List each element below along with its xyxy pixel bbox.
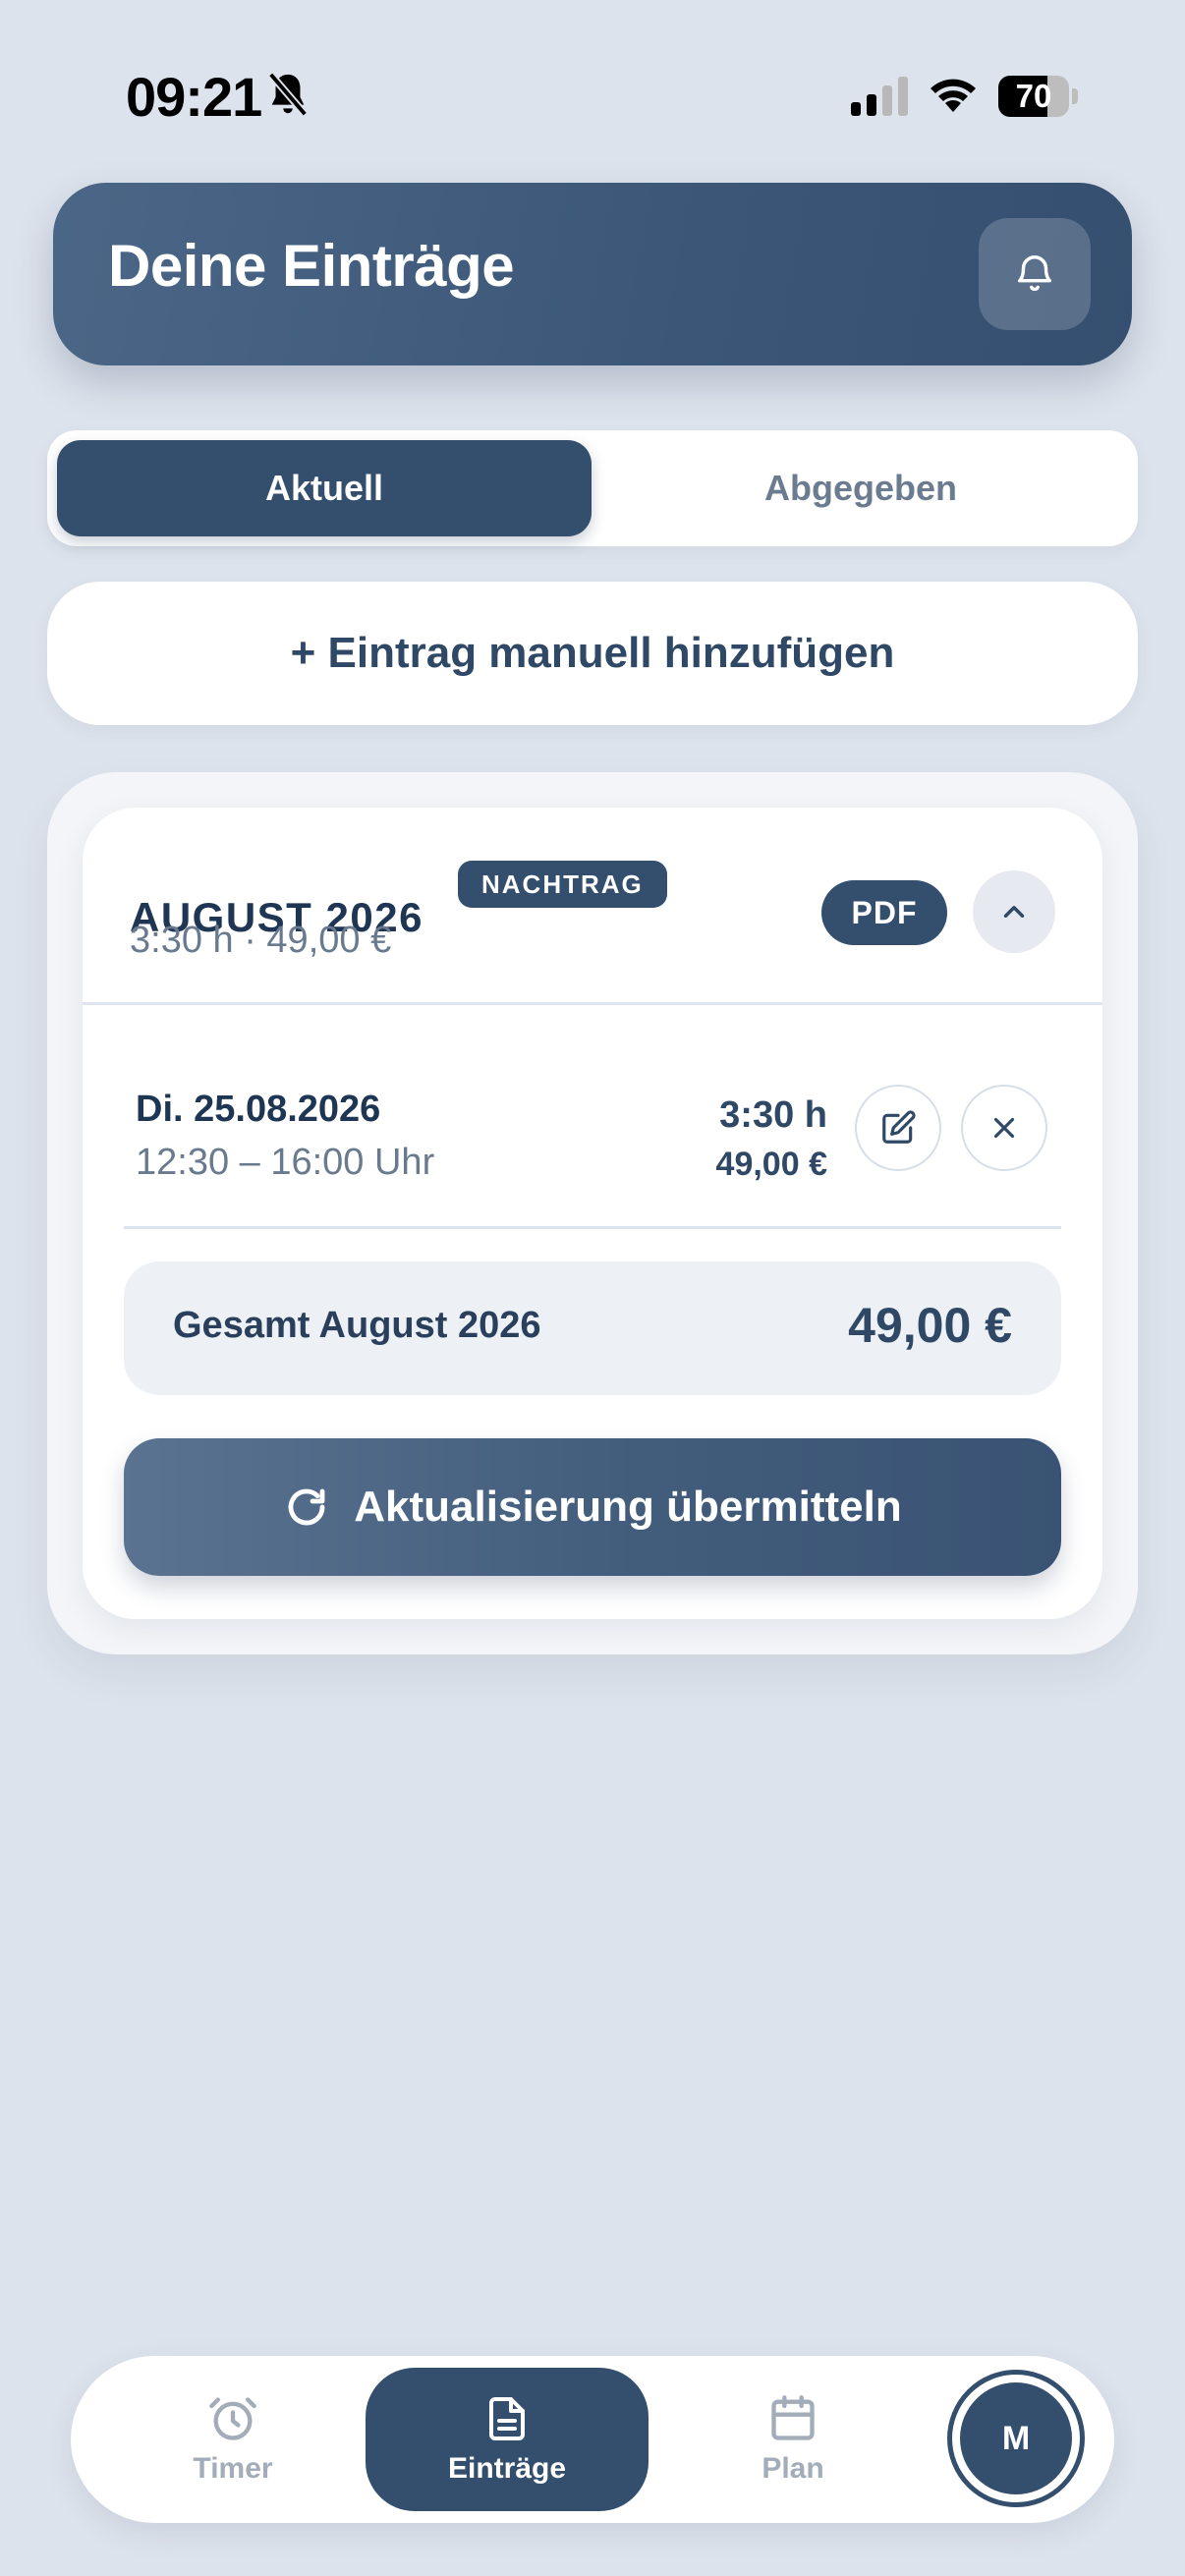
month-card: AUGUST 2026 NACHTRAG 3:30 h · 49,00 € PD… [83, 808, 1102, 1619]
divider [83, 1002, 1102, 1005]
entry-hours: 3:30 h [719, 1094, 827, 1136]
nav-timer[interactable]: Timer [130, 2356, 336, 2523]
tab-submitted[interactable]: Abgegeben [593, 440, 1128, 536]
nav-plan-label: Plan [762, 2452, 824, 2485]
edit-entry-button[interactable] [855, 1085, 941, 1171]
wifi-icon [931, 79, 976, 112]
total-label: Gesamt August 2026 [173, 1305, 541, 1346]
nav-entries-label: Einträge [447, 2452, 567, 2485]
profile-button[interactable]: M [947, 2370, 1085, 2507]
close-icon [993, 1117, 1015, 1139]
month-card-container: AUGUST 2026 NACHTRAG 3:30 h · 49,00 € PD… [47, 772, 1138, 1654]
document-icon [489, 2397, 525, 2440]
page-title: Deine Einträge [108, 233, 515, 299]
notifications-button[interactable] [979, 218, 1091, 330]
nav-plan[interactable]: Plan [690, 2356, 896, 2523]
delete-entry-button[interactable] [961, 1085, 1047, 1171]
entry-date: Di. 25.08.2026 [136, 1089, 381, 1130]
battery-indicator: 70 [998, 76, 1079, 117]
collapse-button[interactable] [973, 870, 1055, 953]
add-manual-entry-button[interactable]: + Eintrag manuell hinzufügen [47, 582, 1138, 725]
nav-entries[interactable]: Einträge [366, 2368, 649, 2511]
submit-update-button[interactable]: Aktualisierung übermitteln [124, 1438, 1061, 1576]
entry-time-range: 12:30 – 16:00 Uhr [136, 1142, 435, 1183]
edit-icon [882, 1110, 916, 1144]
month-summary: 3:30 h · 49,00 € [130, 920, 392, 961]
entries-tabs: Aktuell Abgegeben [47, 430, 1138, 546]
submit-update-label: Aktualisierung übermitteln [354, 1483, 902, 1531]
divider [124, 1226, 1061, 1229]
tab-current[interactable]: Aktuell [57, 440, 592, 536]
nav-timer-label: Timer [193, 2452, 273, 2485]
avatar: M [960, 2382, 1072, 2494]
pdf-button[interactable]: PDF [821, 880, 947, 945]
bottom-navigation: Timer Einträge Plan M [71, 2356, 1114, 2523]
alarm-clock-icon [209, 2397, 256, 2440]
status-time: 09:21 [126, 66, 262, 128]
month-total: Gesamt August 2026 49,00 € [124, 1261, 1061, 1395]
total-value: 49,00 € [848, 1298, 1012, 1353]
page-header: Deine Einträge [53, 183, 1132, 365]
entry-amount: 49,00 € [715, 1146, 827, 1183]
status-badge: NACHTRAG [458, 861, 667, 908]
bell-slash-icon [267, 72, 309, 117]
calendar-icon [771, 2395, 815, 2440]
cellular-signal-icon [851, 77, 908, 116]
chevron-up-icon [1003, 906, 1025, 918]
refresh-icon [288, 1488, 325, 1526]
bell-icon [1017, 255, 1052, 292]
battery-level-text: 70 [1015, 78, 1052, 114]
